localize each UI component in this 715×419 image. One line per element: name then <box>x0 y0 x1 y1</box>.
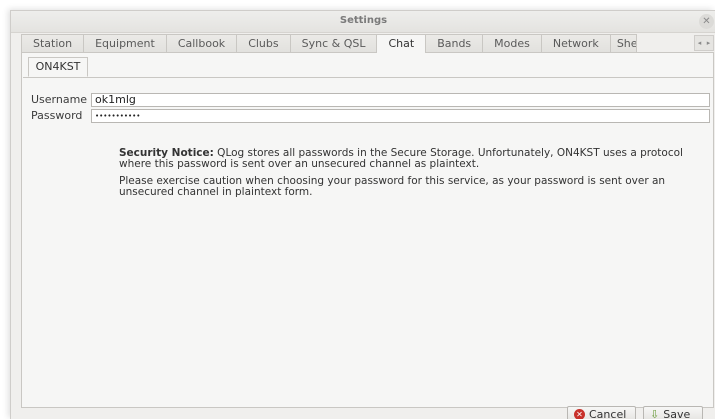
tab-bar: Station Equipment Callbook Clubs Sync & … <box>21 34 714 54</box>
tab-clubs[interactable]: Clubs <box>237 34 291 53</box>
save-icon: ⇩ <box>650 408 660 419</box>
tab-clipped[interactable]: She <box>610 34 637 53</box>
subtab-on4kst[interactable]: ON4KST <box>28 57 88 77</box>
on4kst-panel: Username ok1mlg Password ••••••••••• Sec… <box>23 77 713 406</box>
window-title: Settings <box>339 15 388 26</box>
password-input[interactable]: ••••••••••• <box>91 109 710 123</box>
titlebar: Settings ✕ <box>11 11 715 33</box>
cancel-label: Cancel <box>589 408 627 419</box>
save-label: Save <box>663 408 691 419</box>
settings-window: Settings ✕ Station Equipment Callbook Cl… <box>10 10 715 419</box>
password-label: Password <box>31 109 83 122</box>
security-notice: Security Notice: QLog stores all passwor… <box>119 148 709 204</box>
tab-network[interactable]: Network <box>541 34 611 53</box>
tab-scroll-arrows: ◂ ▸ <box>694 35 714 51</box>
tab-chat[interactable]: Chat <box>377 34 427 54</box>
close-icon[interactable]: ✕ <box>699 14 714 29</box>
chevron-right-icon[interactable]: ▸ <box>704 36 713 50</box>
tab-modes[interactable]: Modes <box>483 34 542 53</box>
tab-sync-qsl[interactable]: Sync & QSL <box>290 34 378 53</box>
notice-paragraph-1: Security Notice: QLog stores all passwor… <box>119 148 709 170</box>
chat-settings-panel: ON4KST Username ok1mlg Password ••••••••… <box>21 53 714 408</box>
username-input[interactable]: ok1mlg <box>91 93 710 107</box>
tab-callbook[interactable]: Callbook <box>166 34 238 53</box>
tab-equipment[interactable]: Equipment <box>84 34 167 53</box>
cancel-icon: ✕ <box>574 409 585 419</box>
chevron-left-icon[interactable]: ◂ <box>695 36 704 50</box>
save-button[interactable]: ⇩ Save <box>643 406 703 419</box>
tab-bands[interactable]: Bands <box>426 34 484 53</box>
cancel-button[interactable]: ✕ Cancel <box>567 406 636 419</box>
notice-text-2: Please exercise caution when choosing yo… <box>119 175 666 198</box>
username-label: Username <box>31 93 88 106</box>
tab-station[interactable]: Station <box>21 34 85 53</box>
